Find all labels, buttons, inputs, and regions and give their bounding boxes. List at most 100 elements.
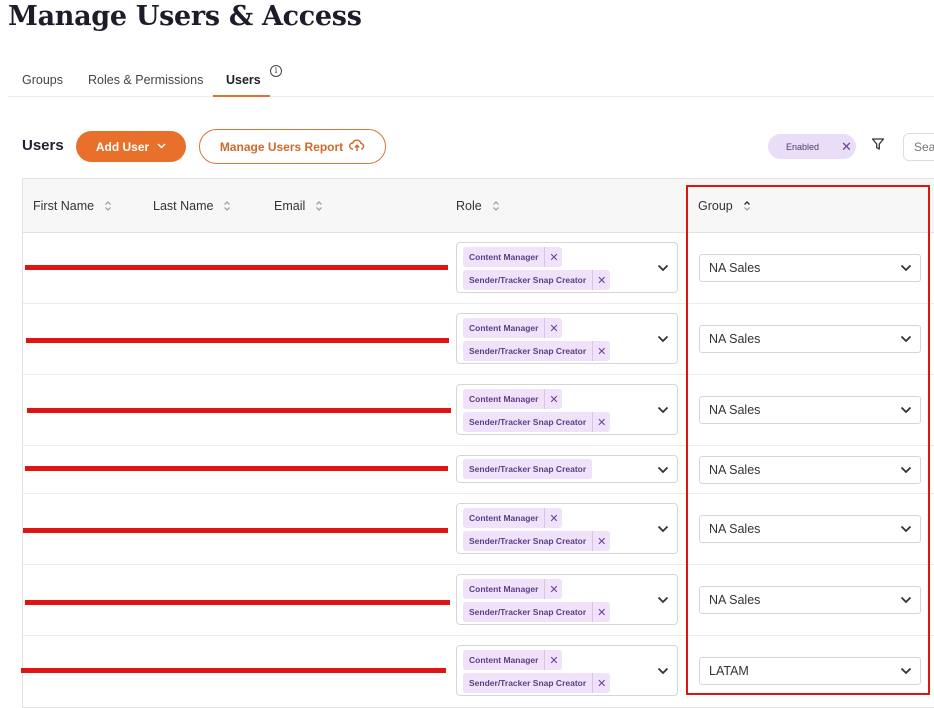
group-value: NA Sales bbox=[709, 522, 761, 536]
sort-icon bbox=[316, 201, 323, 211]
column-header-last-name[interactable]: Last Name bbox=[153, 199, 231, 213]
column-header-first-name[interactable]: First Name bbox=[33, 199, 112, 213]
column-header-email[interactable]: Email bbox=[274, 199, 323, 213]
search-input[interactable] bbox=[903, 133, 934, 161]
group-value: NA Sales bbox=[709, 403, 761, 417]
close-icon[interactable]: ✕ bbox=[544, 650, 562, 670]
column-label: Group bbox=[698, 199, 733, 213]
column-header-group[interactable]: Group bbox=[698, 199, 751, 213]
role-chip: Sender/Tracker Snap Creator bbox=[463, 459, 593, 479]
role-multiselect[interactable]: Content Manager ✕ Sender/Tracker Snap Cre… bbox=[456, 313, 678, 364]
table-row[interactable]: Content Manager ✕ Sender/Tracker Snap Cre… bbox=[23, 565, 934, 636]
group-select[interactable]: LATAM bbox=[699, 657, 921, 685]
chevron-down-icon bbox=[157, 142, 166, 151]
chevron-down-icon bbox=[657, 596, 669, 604]
redaction-mark bbox=[25, 265, 448, 270]
sort-icon bbox=[224, 201, 231, 211]
role-multiselect[interactable]: Content Manager ✕ Sender/Tracker Snap Cre… bbox=[456, 242, 678, 293]
role-chip: Sender/Tracker Snap Creator ✕ bbox=[463, 341, 611, 361]
role-chip: Sender/Tracker Snap Creator ✕ bbox=[463, 673, 611, 693]
role-chip: Content Manager ✕ bbox=[463, 650, 563, 670]
redaction-mark bbox=[26, 338, 449, 343]
close-icon[interactable]: ✕ bbox=[592, 673, 610, 693]
close-icon[interactable]: ✕ bbox=[544, 389, 562, 409]
close-icon[interactable]: ✕ bbox=[544, 318, 562, 338]
chevron-down-icon bbox=[900, 667, 912, 675]
group-value: NA Sales bbox=[709, 261, 761, 275]
tab-bar: Groups Roles & Permissions Users i bbox=[8, 62, 934, 97]
table-row[interactable]: Content Manager ✕ Sender/Tracker Snap Cre… bbox=[23, 494, 934, 565]
role-chip: Content Manager ✕ bbox=[463, 318, 563, 338]
role-chip: Sender/Tracker Snap Creator ✕ bbox=[463, 602, 611, 622]
chevron-down-icon bbox=[900, 335, 912, 343]
active-tab-underline bbox=[213, 95, 270, 97]
group-value: NA Sales bbox=[709, 463, 761, 477]
role-multiselect[interactable]: Content Manager ✕ Sender/Tracker Snap Cre… bbox=[456, 574, 678, 625]
close-icon[interactable]: ✕ bbox=[592, 531, 610, 551]
role-multiselect[interactable]: Content Manager ✕ Sender/Tracker Snap Cre… bbox=[456, 384, 678, 435]
group-value: LATAM bbox=[709, 664, 749, 678]
redaction-mark bbox=[21, 668, 446, 673]
tab-groups[interactable]: Groups bbox=[22, 72, 63, 88]
users-table: First Name Last Name Email Role Group Co… bbox=[21, 178, 934, 708]
tab-users[interactable]: Users bbox=[226, 72, 261, 88]
close-icon[interactable]: ✕ bbox=[592, 270, 610, 290]
page-title: Manage Users & Access bbox=[8, 1, 362, 32]
role-chip: Content Manager ✕ bbox=[463, 247, 563, 267]
sort-ascending-icon bbox=[743, 201, 750, 211]
close-icon[interactable]: ✕ bbox=[592, 412, 610, 432]
role-multiselect[interactable]: Content Manager ✕ Sender/Tracker Snap Cre… bbox=[456, 645, 678, 696]
chevron-down-icon bbox=[900, 406, 912, 414]
column-label: First Name bbox=[33, 199, 95, 213]
funnel-icon[interactable] bbox=[871, 137, 885, 151]
add-user-button[interactable]: Add User bbox=[76, 131, 186, 162]
group-select[interactable]: NA Sales bbox=[699, 396, 921, 424]
group-select[interactable]: NA Sales bbox=[699, 325, 921, 353]
filter-chip-label: Enabled bbox=[786, 141, 820, 152]
table-row[interactable]: Content Manager ✕ Sender/Tracker Snap Cre… bbox=[23, 233, 934, 304]
report-label: Manage Users Report bbox=[219, 139, 344, 154]
close-icon[interactable]: ✕ bbox=[544, 508, 562, 528]
role-chip: Sender/Tracker Snap Creator ✕ bbox=[463, 270, 611, 290]
close-icon[interactable]: ✕ bbox=[544, 247, 562, 267]
section-title: Users bbox=[22, 137, 64, 154]
group-value: NA Sales bbox=[709, 332, 761, 346]
column-label: Email bbox=[274, 199, 306, 213]
close-icon[interactable]: ✕ bbox=[592, 341, 610, 361]
chevron-down-icon bbox=[657, 335, 669, 343]
column-label: Role bbox=[456, 199, 482, 213]
chevron-down-icon bbox=[900, 466, 912, 474]
enabled-filter-chip[interactable]: Enabled ✕ bbox=[768, 134, 856, 159]
close-icon[interactable]: ✕ bbox=[544, 579, 562, 599]
column-label: Last Name bbox=[153, 199, 214, 213]
table-row[interactable]: Content Manager ✕ Sender/Tracker Snap Cre… bbox=[23, 304, 934, 375]
redaction-mark bbox=[23, 528, 448, 533]
info-icon[interactable]: i bbox=[270, 65, 282, 77]
sort-icon bbox=[105, 201, 112, 211]
role-multiselect[interactable]: Sender/Tracker Snap Creator bbox=[456, 455, 678, 483]
sort-icon bbox=[492, 201, 499, 211]
role-chip: Sender/Tracker Snap Creator ✕ bbox=[463, 531, 611, 551]
tab-roles-permissions[interactable]: Roles & Permissions bbox=[88, 72, 203, 88]
close-icon[interactable]: ✕ bbox=[592, 602, 610, 622]
group-select[interactable]: NA Sales bbox=[699, 586, 921, 614]
column-header-role[interactable]: Role bbox=[456, 199, 500, 213]
cloud-upload-icon bbox=[349, 139, 365, 155]
chevron-down-icon bbox=[900, 596, 912, 604]
redaction-mark bbox=[27, 408, 451, 413]
group-value: NA Sales bbox=[709, 593, 761, 607]
chevron-down-icon bbox=[657, 264, 669, 272]
chevron-down-icon bbox=[657, 466, 669, 474]
role-chip: Content Manager ✕ bbox=[463, 508, 563, 528]
table-row[interactable]: Sender/Tracker Snap Creator NA Sales bbox=[23, 446, 934, 494]
role-chip: Sender/Tracker Snap Creator ✕ bbox=[463, 412, 611, 432]
table-row[interactable]: Content Manager ✕ Sender/Tracker Snap Cre… bbox=[21, 636, 934, 708]
chevron-down-icon bbox=[657, 667, 669, 675]
close-icon[interactable]: ✕ bbox=[841, 139, 852, 155]
manage-users-report-button[interactable]: Manage Users Report bbox=[199, 129, 386, 164]
group-select[interactable]: NA Sales bbox=[699, 254, 921, 282]
group-select[interactable]: NA Sales bbox=[699, 456, 921, 484]
group-select[interactable]: NA Sales bbox=[699, 515, 921, 543]
table-row[interactable]: Content Manager ✕ Sender/Tracker Snap Cre… bbox=[23, 375, 934, 446]
role-multiselect[interactable]: Content Manager ✕ Sender/Tracker Snap Cre… bbox=[456, 503, 678, 554]
